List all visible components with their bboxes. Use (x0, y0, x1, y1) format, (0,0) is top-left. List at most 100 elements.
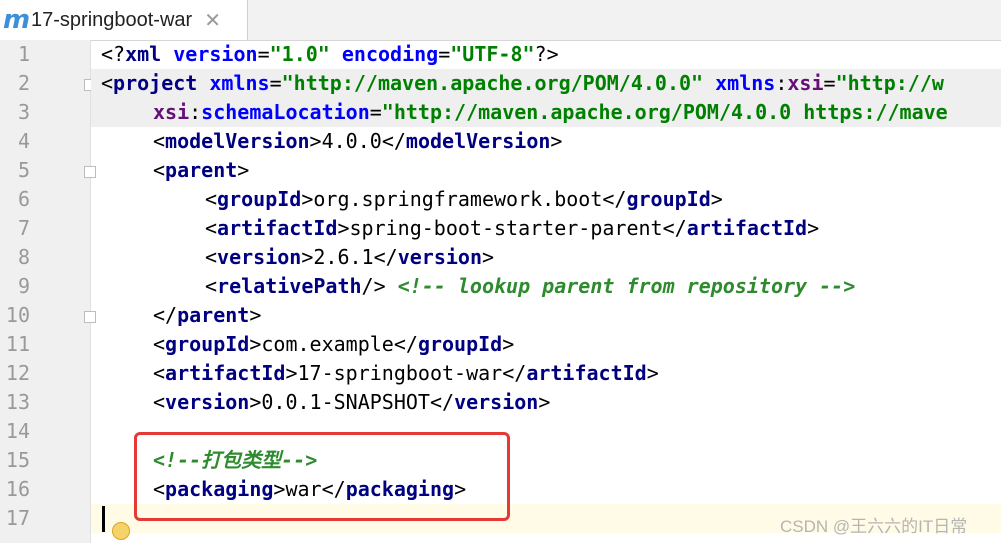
bracket: </ (373, 245, 398, 269)
namespace: xsi (787, 71, 824, 95)
bracket: < (205, 274, 218, 298)
tag-content: com.example (261, 332, 394, 356)
tag-name: groupId (626, 187, 711, 211)
bracket: > (337, 216, 350, 240)
attr-value: "http://maven.apache.org/POM/4.0.0 https… (381, 100, 948, 124)
bracket: < (153, 158, 166, 182)
editor-tab-bar: m 17-springboot-war ✕ (0, 0, 1001, 41)
bracket: < (153, 361, 166, 385)
xml-decl-close: ?> (534, 42, 559, 66)
attr-value: "http://w (835, 71, 944, 95)
bracket: > (646, 361, 659, 385)
bracket: < (153, 390, 166, 414)
line-number: 12 (5, 361, 30, 385)
code-line-11: <groupId>com.example</groupId> (91, 330, 1001, 359)
attr-value: "1.0" (269, 42, 330, 66)
file-tab-pom[interactable]: m 17-springboot-war ✕ (0, 0, 248, 40)
line-number: 1 (17, 42, 30, 66)
watermark: CSDN @王六六的IT日常 (780, 517, 968, 536)
bracket: </ (502, 361, 527, 385)
line-number: 2 (17, 71, 30, 95)
line-number: 11 (5, 332, 30, 356)
line-number: 3 (17, 100, 30, 124)
tag-name: version (454, 390, 539, 414)
line-number: 16 (5, 477, 30, 501)
attr-value: "http://maven.apache.org/POM/4.0.0" (281, 71, 704, 95)
line-number: 17 (5, 506, 30, 530)
tag-name: artifactId (686, 216, 808, 240)
equals: = (438, 42, 451, 66)
bracket: < (101, 71, 114, 95)
xml-decl: xml (125, 42, 174, 66)
bracket: </ (662, 216, 687, 240)
tag-name: version (397, 245, 482, 269)
equals: = (369, 100, 382, 124)
namespace: xsi (153, 100, 190, 124)
bracket: < (205, 216, 218, 240)
bracket: > (249, 390, 262, 414)
tag-content: spring-boot-starter-parent (349, 216, 663, 240)
code-line-7: <artifactId>spring-boot-starter-parent</… (91, 214, 1001, 243)
bracket: > (502, 332, 515, 356)
code-line-8: <version>2.6.1</version> (91, 243, 1001, 272)
line-number-gutter: 1 2 3 4 5 6 7 8 9 10 11 12 13 14 15 16 1… (0, 40, 96, 543)
tag-name: project (113, 71, 210, 95)
colon: : (189, 100, 202, 124)
bracket: /> (361, 274, 386, 298)
tag-content: 17-springboot-war (297, 361, 503, 385)
attr-name: version (173, 42, 258, 66)
tag-name: artifactId (526, 361, 647, 385)
lightbulb-icon[interactable] (112, 522, 130, 540)
line-number: 10 (5, 303, 30, 327)
bracket: > (237, 158, 250, 182)
bracket: </ (429, 390, 455, 414)
equals: = (257, 42, 270, 66)
tag-content: org.springframework.boot (313, 187, 603, 211)
code-line-4: <modelVersion>4.0.0</modelVersion> (91, 127, 1001, 156)
line-number: 5 (17, 158, 30, 182)
code-line-12: <artifactId>17-springboot-war</artifactI… (91, 359, 1001, 388)
bracket: < (205, 187, 218, 211)
code-line-13: <version>0.0.1-SNAPSHOT</version> (91, 388, 1001, 417)
code-line-2: <project xmlns="http://maven.apache.org/… (91, 69, 1001, 98)
attr-name: xmlns (209, 71, 270, 95)
tag-name: modelVersion (165, 129, 310, 153)
tag-name: groupId (417, 332, 503, 356)
equals: = (269, 71, 282, 95)
bracket: < (205, 245, 218, 269)
line-number: 8 (17, 245, 30, 269)
line-number: 13 (5, 390, 30, 414)
code-line-1: <?xml version="1.0" encoding="UTF-8"?> (91, 40, 1001, 69)
tag-name: artifactId (217, 216, 338, 240)
line-number: 6 (17, 187, 30, 211)
bracket: > (482, 245, 495, 269)
code-line-10: </parent> (91, 301, 1001, 330)
bracket: </ (153, 303, 178, 327)
tag-name: artifactId (165, 361, 286, 385)
line-number: 14 (5, 419, 30, 443)
close-icon[interactable]: ✕ (204, 8, 221, 32)
tag-name: version (217, 245, 302, 269)
bracket: </ (381, 129, 406, 153)
bracket: > (309, 129, 322, 153)
tag-name: groupId (217, 187, 302, 211)
bracket: > (550, 129, 563, 153)
tag-name: relativePath (217, 274, 362, 298)
colon: : (775, 71, 788, 95)
tab-title: 17-springboot-war (31, 8, 193, 31)
tag-content: 4.0.0 (321, 129, 382, 153)
code-line-9: <relativePath/> <!-- lookup parent from … (91, 272, 1001, 301)
tag-name: modelVersion (405, 129, 551, 153)
attr-name: encoding (341, 42, 439, 66)
tag-content: 2.6.1 (313, 245, 374, 269)
attr-value: "UTF-8" (450, 42, 535, 66)
bracket: > (249, 303, 262, 327)
bracket: > (538, 390, 551, 414)
code-line-6: <groupId>org.springframework.boot</group… (91, 185, 1001, 214)
xml-decl-open: <? (101, 42, 126, 66)
bracket: > (301, 245, 314, 269)
code-line-5: <parent> (91, 156, 1001, 185)
bracket: > (249, 332, 262, 356)
